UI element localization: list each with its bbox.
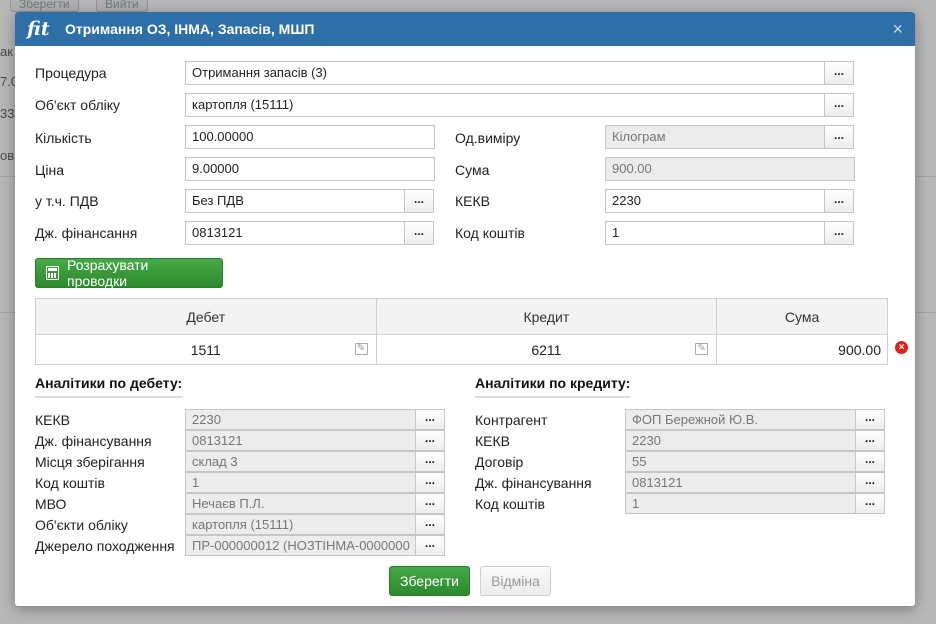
procedure-label: Процедура <box>35 65 107 81</box>
object-field[interactable]: картопля (15111) <box>185 93 825 117</box>
calculate-entries-button[interactable]: Розрахувати проводки <box>35 257 223 289</box>
object-select-button[interactable]: ... <box>824 93 854 117</box>
edit-icon[interactable]: ✎ <box>695 343 709 355</box>
vat-label: у т.ч. ПДВ <box>35 193 99 209</box>
table-row[interactable]: 1511 ✎ 6211 ✎ 900.00 <box>35 334 888 365</box>
object-label: Об'єкт обліку <box>35 97 121 113</box>
credit-kekv-label: КЕКВ <box>475 433 510 449</box>
fund-code-field[interactable]: 1 <box>605 221 825 245</box>
debit-financing-label: Дж. фінансування <box>35 433 152 449</box>
column-header-sum[interactable]: Сума <box>716 298 888 335</box>
vat-select-button[interactable]: ... <box>404 189 434 213</box>
calculate-entries-label: Розрахувати проводки <box>66 257 149 289</box>
kekv-field[interactable]: 2230 <box>605 189 825 213</box>
financing-label: Дж. фінансання <box>35 225 138 241</box>
debit-objects-label: Об'єкти обліку <box>35 517 128 533</box>
column-header-credit[interactable]: Кредит <box>375 298 718 335</box>
debit-cell[interactable]: 1511 ✎ <box>35 334 377 365</box>
fund-code-select-button[interactable]: ... <box>824 221 854 245</box>
credit-analytics-divider <box>475 396 630 398</box>
credit-fund-code-field: 1 <box>625 493 856 514</box>
credit-analytics-title: Аналітики по кредиту: <box>475 375 631 391</box>
price-label: Ціна <box>35 162 64 178</box>
debit-financing-field: 0813121 <box>185 430 416 451</box>
credit-financing-label: Дж. фінансування <box>475 475 592 491</box>
price-input[interactable]: 9.00000 <box>185 157 435 181</box>
edit-icon[interactable]: ✎ <box>354 343 368 355</box>
unit-select-button[interactable]: ... <box>824 125 854 149</box>
debit-source-label: Джерело походження <box>35 538 175 554</box>
quantity-label: Кількість <box>35 130 92 146</box>
debit-analytics-divider <box>35 396 183 398</box>
credit-financing-field: 0813121 <box>625 472 856 493</box>
sum-field: 900.00 <box>605 157 855 181</box>
debit-mvo-select-button[interactable]: ... <box>415 493 445 514</box>
financing-select-button[interactable]: ... <box>404 221 434 245</box>
column-header-debit[interactable]: Дебет <box>35 298 377 335</box>
save-button[interactable]: Зберегти <box>389 566 470 596</box>
entries-table: Дебет Кредит Сума 1511 ✎ 6211 ✎ 900.00 <box>35 298 888 365</box>
unit-label: Од.виміру <box>455 130 521 146</box>
vat-field[interactable]: Без ПДВ <box>185 189 405 213</box>
quantity-input[interactable]: 100.00000 <box>185 125 435 149</box>
sum-label: Сума <box>455 162 490 178</box>
dialog-title: Отримання ОЗ, ІНМА, Запасів, МШП <box>65 21 315 37</box>
debit-mvo-field: Нечаєв П.Л. <box>185 493 416 514</box>
fund-code-label: Код коштів <box>455 225 525 241</box>
unit-field: Кілограм <box>605 125 825 149</box>
credit-financing-select-button[interactable]: ... <box>855 472 885 493</box>
calculator-icon <box>46 266 59 280</box>
credit-value: 6211 <box>531 341 562 358</box>
credit-contract-select-button[interactable]: ... <box>855 451 885 472</box>
credit-cell[interactable]: 6211 ✎ <box>375 334 718 365</box>
credit-counterparty-label: Контрагент <box>475 412 548 428</box>
credit-contract-label: Договір <box>475 454 524 470</box>
debit-kekv-label: КЕКВ <box>35 412 70 428</box>
credit-contract-field: 55 <box>625 451 856 472</box>
credit-fund-code-label: Код коштів <box>475 496 545 512</box>
dialog-header: fit Отримання ОЗ, ІНМА, Запасів, МШП × <box>15 12 915 46</box>
fit-logo: fit <box>27 18 50 40</box>
debit-value: 1511 <box>190 341 221 358</box>
debit-analytics-title: Аналітики по дебету: <box>35 375 183 391</box>
procedure-field[interactable]: Отримання запасів (3) <box>185 61 825 85</box>
debit-fund-code-label: Код коштів <box>35 475 105 491</box>
financing-field[interactable]: 0813121 <box>185 221 405 245</box>
debit-source-field: ПР-000000012 (НОЗТІНМА-0000000 <box>185 535 416 556</box>
kekv-label: КЕКВ <box>455 193 490 209</box>
close-icon[interactable]: × <box>892 20 903 38</box>
debit-mvo-label: МВО <box>35 496 67 512</box>
debit-kekv-select-button[interactable]: ... <box>415 409 445 430</box>
credit-counterparty-select-button[interactable]: ... <box>855 409 885 430</box>
debit-kekv-field: 2230 <box>185 409 416 430</box>
cancel-button[interactable]: Відміна <box>480 566 551 596</box>
credit-counterparty-field: ФОП Бережной Ю.В. <box>625 409 856 430</box>
debit-storage-select-button[interactable]: ... <box>415 451 445 472</box>
debit-financing-select-button[interactable]: ... <box>415 430 445 451</box>
credit-fund-code-select-button[interactable]: ... <box>855 493 885 514</box>
debit-source-select-button[interactable]: ... <box>415 535 445 556</box>
debit-storage-field: склад 3 <box>185 451 416 472</box>
debit-objects-select-button[interactable]: ... <box>415 514 445 535</box>
receipt-dialog: fit Отримання ОЗ, ІНМА, Запасів, МШП × П… <box>15 12 915 606</box>
sum-cell[interactable]: 900.00 <box>716 334 888 365</box>
delete-row-icon[interactable]: × <box>895 341 908 354</box>
debit-fund-code-field: 1 <box>185 472 416 493</box>
credit-kekv-select-button[interactable]: ... <box>855 430 885 451</box>
debit-objects-field: картопля (15111) <box>185 514 416 535</box>
credit-kekv-field: 2230 <box>625 430 856 451</box>
debit-fund-code-select-button[interactable]: ... <box>415 472 445 493</box>
procedure-select-button[interactable]: ... <box>824 61 854 85</box>
kekv-select-button[interactable]: ... <box>824 189 854 213</box>
debit-storage-label: Місця зберігання <box>35 454 145 470</box>
